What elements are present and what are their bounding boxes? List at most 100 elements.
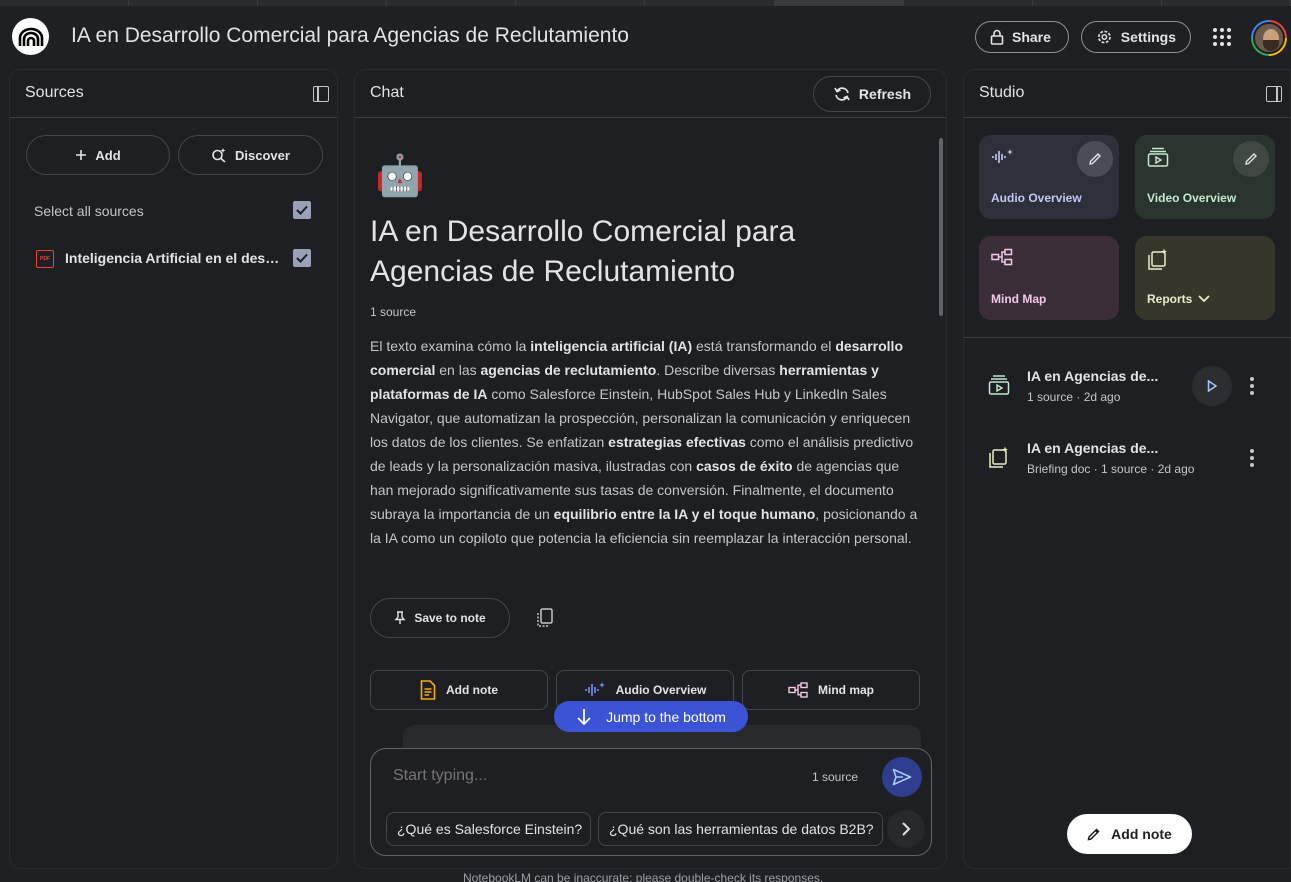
audio-overview-tile-label: Audio Overview: [991, 191, 1082, 205]
mind-map-icon: [788, 682, 808, 698]
gear-icon: [1097, 30, 1111, 44]
arrow-down-icon: [577, 708, 591, 725]
summary-bold-segment: equilibrio entre la IA y el toque humano: [553, 506, 816, 522]
reports-tile[interactable]: Reports: [1135, 236, 1275, 320]
edit-pencil-icon[interactable]: [1077, 141, 1113, 177]
studio-title: Studio: [979, 84, 1025, 101]
summary-bold-segment: agencias de reclutamiento: [480, 362, 657, 378]
refresh-icon: [834, 87, 850, 101]
summary-source-count: 1 source: [370, 305, 417, 319]
note-meta: Briefing doc · 1 source · 2d ago: [1027, 462, 1195, 476]
apps-grid-icon[interactable]: [1210, 25, 1234, 49]
more-vert-icon[interactable]: [1244, 446, 1260, 470]
composer-source-count: 1 source: [812, 770, 859, 784]
video-icon: [1147, 147, 1169, 167]
settings-label: Settings: [1120, 29, 1176, 45]
disclaimer-text: NotebookLM can be inaccurate; please dou…: [463, 871, 824, 882]
save-to-note-button[interactable]: Save to note: [370, 598, 510, 638]
note-meta: 1 source · 2d ago: [1027, 390, 1121, 404]
summary-bold-segment: estrategias efectivas: [608, 434, 746, 450]
share-label: Share: [1012, 29, 1051, 45]
video-overview-tile-label: Video Overview: [1147, 191, 1237, 205]
summary-segment: está transformando el: [692, 338, 836, 354]
copy-icon[interactable]: [536, 608, 554, 628]
video-icon: [988, 375, 1010, 395]
reports-icon: [989, 446, 1008, 468]
audio-waveform-icon: [584, 682, 605, 696]
reports-icon: [1148, 248, 1167, 270]
chat-composer: 1 source ¿Qué es Salesforce Einstein? ¿Q…: [370, 748, 932, 856]
audio-overview-chip-label: Audio Overview: [615, 683, 707, 697]
discover-label: Discover: [235, 147, 290, 163]
suggested-question-chip[interactable]: ¿Qué es Salesforce Einstein?: [386, 812, 591, 846]
chevron-right-icon[interactable]: [887, 810, 925, 848]
chevron-down-icon: [1198, 295, 1210, 303]
source-item-checkbox[interactable]: [293, 249, 311, 267]
mind-map-chip-label: Mind map: [818, 683, 874, 697]
studio-note-item[interactable]: IA en Agencias de... 1 source · 2d ago: [964, 356, 1291, 416]
mind-map-chip[interactable]: Mind map: [742, 670, 920, 710]
summary-segment: . Describe diversas: [656, 362, 780, 378]
save-to-note-label: Save to note: [414, 611, 486, 625]
notebook-summary-text: El texto examina cómo la inteligencia ar…: [370, 334, 925, 550]
summary-bold-segment: casos de éxito: [696, 458, 793, 474]
notebook-title[interactable]: IA en Desarrollo Comercial para Agencias…: [71, 24, 629, 48]
chat-title: Chat: [370, 84, 404, 101]
summary-bold-segment: inteligencia artificial (IA): [530, 338, 693, 354]
note-title: IA en Agencias de...: [1027, 440, 1159, 456]
suggested-question-chip[interactable]: ¿Qué son las herramientas de datos B2B?: [598, 812, 883, 846]
add-note-button[interactable]: Add note: [1067, 814, 1192, 854]
edit-pencil-icon[interactable]: [1233, 141, 1269, 177]
settings-button[interactable]: Settings: [1081, 21, 1191, 53]
refresh-label: Refresh: [858, 86, 912, 102]
lock-icon: [990, 29, 1004, 45]
plus-icon: [76, 150, 87, 160]
select-all-checkbox[interactable]: [293, 201, 311, 219]
audio-overview-tile[interactable]: Audio Overview: [979, 135, 1119, 219]
studio-panel: Studio Audio Overview Video Overview Min…: [963, 69, 1291, 869]
summary-segment: El texto examina cómo la: [370, 338, 531, 354]
check-icon: [296, 253, 308, 263]
select-all-label: Select all sources: [34, 203, 144, 219]
collapse-panel-icon[interactable]: [313, 86, 329, 102]
studio-divider: [964, 337, 1291, 338]
reports-tile-label: Reports: [1147, 292, 1193, 306]
video-overview-tile[interactable]: Video Overview: [1135, 135, 1275, 219]
share-button[interactable]: Share: [975, 21, 1069, 53]
add-note-chip[interactable]: Add note: [370, 670, 548, 710]
play-button[interactable]: [1192, 366, 1232, 406]
refresh-button[interactable]: Refresh: [813, 76, 931, 112]
note-title: IA en Agencias de...: [1027, 368, 1159, 384]
discover-sources-button[interactable]: Discover: [178, 135, 323, 175]
avatar[interactable]: [1251, 20, 1287, 56]
mind-map-tile-label: Mind Map: [991, 292, 1047, 306]
summary-segment: en las: [435, 362, 481, 378]
add-note-chip-label: Add note: [446, 683, 498, 697]
source-item-name[interactable]: Inteligencia Artificial en el desarrollo…: [65, 250, 280, 266]
sources-title: Sources: [25, 84, 84, 101]
chat-scrollbar[interactable]: [939, 138, 943, 316]
pin-icon: [394, 611, 406, 624]
pencil-icon: [1087, 828, 1100, 841]
jump-to-bottom-label: Jump to the bottom: [606, 708, 726, 725]
chat-input[interactable]: [393, 767, 783, 785]
play-icon: [1207, 380, 1217, 392]
sources-panel: Sources Add Discover Select all sources …: [9, 69, 338, 869]
discover-search-icon: [212, 148, 226, 163]
pdf-icon: PDF: [36, 250, 54, 268]
note-document-icon: [420, 680, 436, 700]
collapse-panel-icon[interactable]: [1266, 86, 1282, 102]
top-bar: IA en Desarrollo Comercial para Agencias…: [0, 6, 1291, 68]
check-icon: [296, 205, 308, 215]
send-button[interactable]: [882, 757, 922, 797]
mind-map-icon: [991, 248, 1013, 266]
notebook-summary-title: IA en Desarrollo Comercial para Agencias…: [370, 215, 796, 288]
jump-to-bottom-button[interactable]: Jump to the bottom: [554, 701, 748, 732]
notebooklm-logo-icon: [18, 27, 43, 46]
more-vert-icon[interactable]: [1244, 374, 1260, 398]
studio-note-item[interactable]: IA en Agencias de... Briefing doc · 1 so…: [964, 428, 1291, 488]
add-source-button[interactable]: Add: [26, 135, 170, 175]
send-icon: [892, 768, 912, 786]
mind-map-tile[interactable]: Mind Map: [979, 236, 1119, 320]
notebooklm-logo[interactable]: [12, 18, 49, 55]
